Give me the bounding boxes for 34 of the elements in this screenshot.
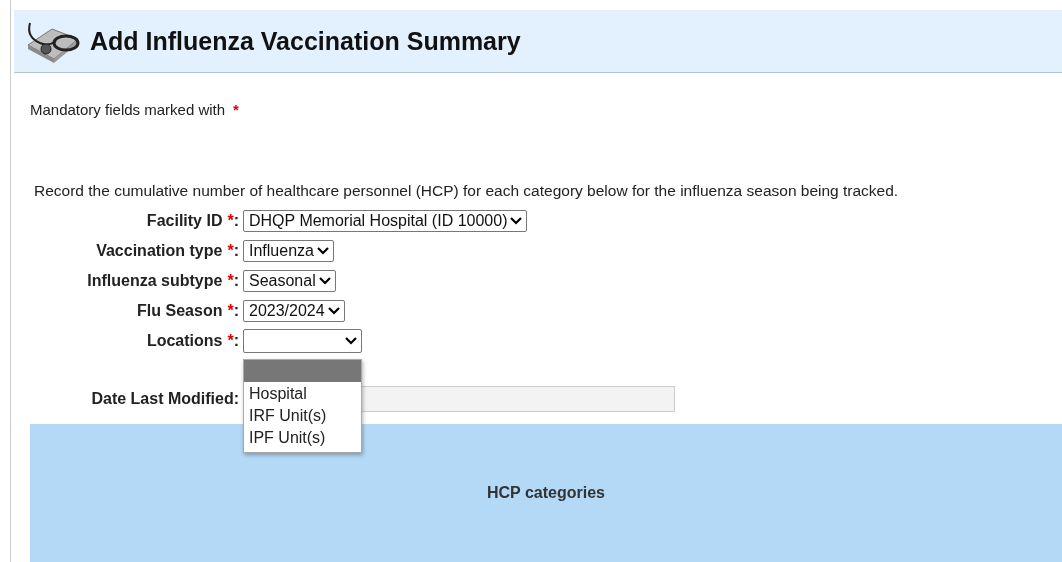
page-title: Add Influenza Vaccination Summary (90, 26, 521, 56)
label-colon: : (233, 302, 239, 319)
label-colon: : (233, 242, 239, 259)
select-field[interactable]: Influenza (243, 240, 334, 262)
field-label: Date Last Modified: (91, 390, 239, 407)
select-field[interactable]: Seasonal (243, 270, 336, 292)
dropdown-option[interactable]: IRF Unit(s) (244, 405, 361, 427)
required-mark: * (227, 212, 234, 229)
field-label: Flu Season (137, 302, 223, 319)
required-mark: * (227, 272, 234, 289)
field-label: Facility ID (146, 212, 223, 229)
required-mark: * (227, 332, 234, 349)
field-label: Vaccination type (96, 242, 223, 259)
mandatory-note: Mandatory fields marked with (30, 101, 226, 118)
required-mark: * (233, 101, 239, 118)
label-colon: : (233, 212, 239, 229)
label-colon: : (233, 272, 239, 289)
field-label: Locations (146, 332, 223, 349)
chevron-down-icon (326, 306, 341, 316)
select-field[interactable]: 2023/2024 (243, 300, 345, 322)
chevron-down-icon (315, 246, 330, 256)
chevron-down-icon (509, 216, 524, 226)
dropdown-option[interactable]: IPF Unit(s) (244, 427, 361, 449)
chevron-down-icon (317, 276, 332, 286)
required-mark: * (227, 242, 234, 259)
label-colon: : (233, 332, 239, 349)
instructions-text: Record the cumulative number of healthcare personnel (HCP) for each category below for the influenza season being tracked. (34, 182, 900, 200)
select-field[interactable] (243, 329, 362, 353)
panel-title: HCP categories (487, 484, 605, 503)
required-mark: * (227, 302, 234, 319)
chevron-down-icon (344, 336, 358, 346)
select-field[interactable]: DHQP Memorial Hospital (ID 10000) (243, 210, 528, 232)
field-label: Influenza subtype (87, 272, 223, 289)
dropdown-option[interactable]: Hospital (244, 383, 361, 405)
